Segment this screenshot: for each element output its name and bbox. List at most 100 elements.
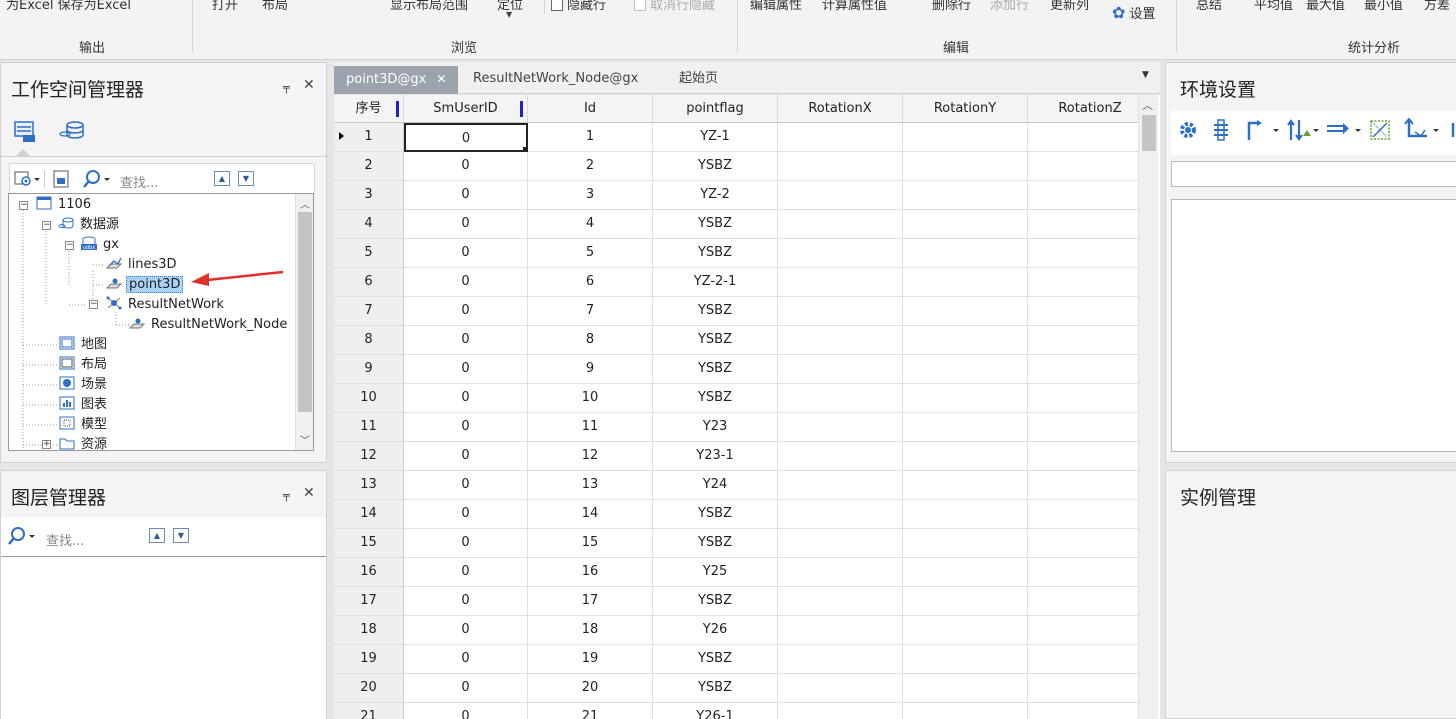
tree-node-datasources[interactable]: 数据源: [58, 215, 121, 235]
open-file-icon[interactable]: [52, 169, 70, 193]
table-cell-pointflag[interactable]: YZ-1: [653, 123, 778, 152]
table-cell-rotationx[interactable]: [778, 500, 903, 529]
spine-icon[interactable]: [1211, 119, 1231, 145]
close-icon[interactable]: ✕: [303, 77, 315, 93]
expander-collapse-icon[interactable]: −: [65, 241, 74, 250]
table-cell-pointflag[interactable]: YSBZ: [653, 210, 778, 239]
table-cell-pointflag[interactable]: Y23-1: [653, 442, 778, 471]
table-cell-rotationz[interactable]: [1028, 297, 1153, 326]
view-icon[interactable]: [14, 170, 40, 192]
ribbon-open-button[interactable]: 打开: [212, 0, 238, 13]
table-cell-rotationy[interactable]: [903, 210, 1028, 239]
table-cell-smuserid[interactable]: 0: [404, 123, 528, 152]
ribbon-sum-button[interactable]: 总结: [1196, 0, 1222, 13]
search-next-button[interactable]: ▼: [173, 528, 189, 543]
table-cell-pointflag[interactable]: YSBZ: [653, 384, 778, 413]
table-row[interactable]: 21 0 21 Y26-1: [334, 703, 1153, 719]
table-cell-rotationz[interactable]: [1028, 181, 1153, 210]
table-cell-rotationy[interactable]: [903, 674, 1028, 703]
table-cell-smuserid[interactable]: 0: [404, 645, 528, 674]
table-cell-rotationz[interactable]: [1028, 500, 1153, 529]
column-resize-marker[interactable]: [520, 101, 523, 117]
gear-icon[interactable]: [1177, 119, 1199, 145]
table-cell-pointflag[interactable]: YSBZ: [653, 645, 778, 674]
flow-right-icon[interactable]: [1325, 119, 1361, 145]
tab-resultnetwork-node[interactable]: ResultNetWork_Node@gx: [461, 66, 650, 94]
column-resize-marker[interactable]: [396, 101, 399, 117]
table-cell-pointflag[interactable]: Y23: [653, 413, 778, 442]
table-cell-id[interactable]: 19: [528, 645, 653, 674]
table-row[interactable]: 13 0 13 Y24: [334, 471, 1153, 500]
column-header-rotationz[interactable]: RotationZ: [1028, 95, 1153, 123]
close-icon[interactable]: ✕: [303, 485, 315, 501]
layer-search-input[interactable]: 查找...: [46, 530, 84, 549]
table-cell-rotationz[interactable]: [1028, 152, 1153, 181]
axis-icon[interactable]: [1403, 117, 1443, 146]
branch-icon[interactable]: [1245, 119, 1279, 145]
table-cell-rotationz[interactable]: [1028, 355, 1153, 384]
table-cell-rotationx[interactable]: [778, 239, 903, 268]
search-icon[interactable]: [82, 169, 112, 193]
tree-node-point3d[interactable]: point3D: [106, 275, 184, 295]
table-row[interactable]: 4 0 4 YSBZ: [334, 210, 1153, 239]
table-cell-smuserid[interactable]: 0: [404, 268, 528, 297]
tree-node-resultnetwork[interactable]: ResultNetWork: [106, 295, 226, 315]
table-cell-id[interactable]: 13: [528, 471, 653, 500]
table-cell-smuserid[interactable]: 0: [404, 703, 528, 719]
table-cell-rotationz[interactable]: [1028, 616, 1153, 645]
ribbon-export-excel-button[interactable]: 为Excel 保存为Excel: [6, 0, 131, 13]
grid-cross-icon[interactable]: [1369, 119, 1391, 145]
table-cell-pointflag[interactable]: YZ-2-1: [653, 268, 778, 297]
table-row[interactable]: 6 0 6 YZ-2-1: [334, 268, 1153, 297]
tabs-dropdown-icon[interactable]: ▼: [1142, 70, 1149, 80]
table-scrollbar[interactable]: ︿: [1138, 95, 1158, 719]
table-cell-rotationz[interactable]: [1028, 703, 1153, 719]
tree-scrollbar-thumb[interactable]: [298, 212, 312, 412]
tree-node-workspace[interactable]: 1106: [36, 195, 93, 215]
table-cell-rotationx[interactable]: [778, 355, 903, 384]
table-cell-id[interactable]: 10: [528, 384, 653, 413]
tab-point3d[interactable]: point3D@gx ✕: [334, 66, 459, 94]
table-cell-rotationz[interactable]: [1028, 123, 1153, 152]
table-cell-smuserid[interactable]: 0: [404, 210, 528, 239]
table-row[interactable]: 12 0 12 Y23-1: [334, 442, 1153, 471]
ribbon-unhide-row-button[interactable]: 取消行隐藏: [634, 0, 715, 13]
table-cell-rotationx[interactable]: [778, 442, 903, 471]
ribbon-update-column-button[interactable]: 更新列: [1050, 0, 1089, 13]
table-cell-id[interactable]: 21: [528, 703, 653, 719]
table-cell-pointflag[interactable]: YSBZ: [653, 529, 778, 558]
table-cell-smuserid[interactable]: 0: [404, 587, 528, 616]
table-row[interactable]: 14 0 14 YSBZ: [334, 500, 1153, 529]
table-cell-rotationy[interactable]: [903, 181, 1028, 210]
table-cell-smuserid[interactable]: 0: [404, 529, 528, 558]
table-cell-pointflag[interactable]: YSBZ: [653, 297, 778, 326]
column-header-pointflag[interactable]: pointflag: [653, 95, 778, 123]
table-cell-id[interactable]: 14: [528, 500, 653, 529]
table-cell-rotationx[interactable]: [778, 210, 903, 239]
table-cell-pointflag[interactable]: YSBZ: [653, 326, 778, 355]
column-header-smuserid[interactable]: SmUserID: [404, 95, 528, 123]
workspace-tab-icon[interactable]: [13, 119, 37, 147]
ribbon-calc-attr-button[interactable]: 计算属性值: [822, 0, 887, 13]
scroll-up-icon[interactable]: ︿: [1142, 97, 1153, 113]
table-row[interactable]: 10 0 10 YSBZ: [334, 384, 1153, 413]
table-row[interactable]: 15 0 15 YSBZ: [334, 529, 1153, 558]
tree-node-scenes[interactable]: 场景: [59, 375, 109, 395]
table-cell-rotationx[interactable]: [778, 587, 903, 616]
search-next-button[interactable]: ▼: [238, 171, 254, 186]
table-cell-pointflag[interactable]: YSBZ: [653, 239, 778, 268]
table-row[interactable]: 7 0 7 YSBZ: [334, 297, 1153, 326]
table-cell-smuserid[interactable]: 0: [404, 413, 528, 442]
ribbon-add-row-button[interactable]: 添加行: [990, 0, 1029, 13]
table-cell-pointflag[interactable]: YSBZ: [653, 674, 778, 703]
table-cell-rotationz[interactable]: [1028, 529, 1153, 558]
close-icon[interactable]: ✕: [436, 72, 446, 86]
table-cell-rotationx[interactable]: [778, 152, 903, 181]
ribbon-delete-row-button[interactable]: 删除行: [932, 0, 971, 13]
column-header-rotationx[interactable]: RotationX: [778, 95, 903, 123]
table-cell-id[interactable]: 11: [528, 413, 653, 442]
table-row[interactable]: 2 0 2 YSBZ: [334, 152, 1153, 181]
table-cell-id[interactable]: 16: [528, 558, 653, 587]
table-cell-rotationz[interactable]: [1028, 674, 1153, 703]
table-cell-pointflag[interactable]: YSBZ: [653, 355, 778, 384]
